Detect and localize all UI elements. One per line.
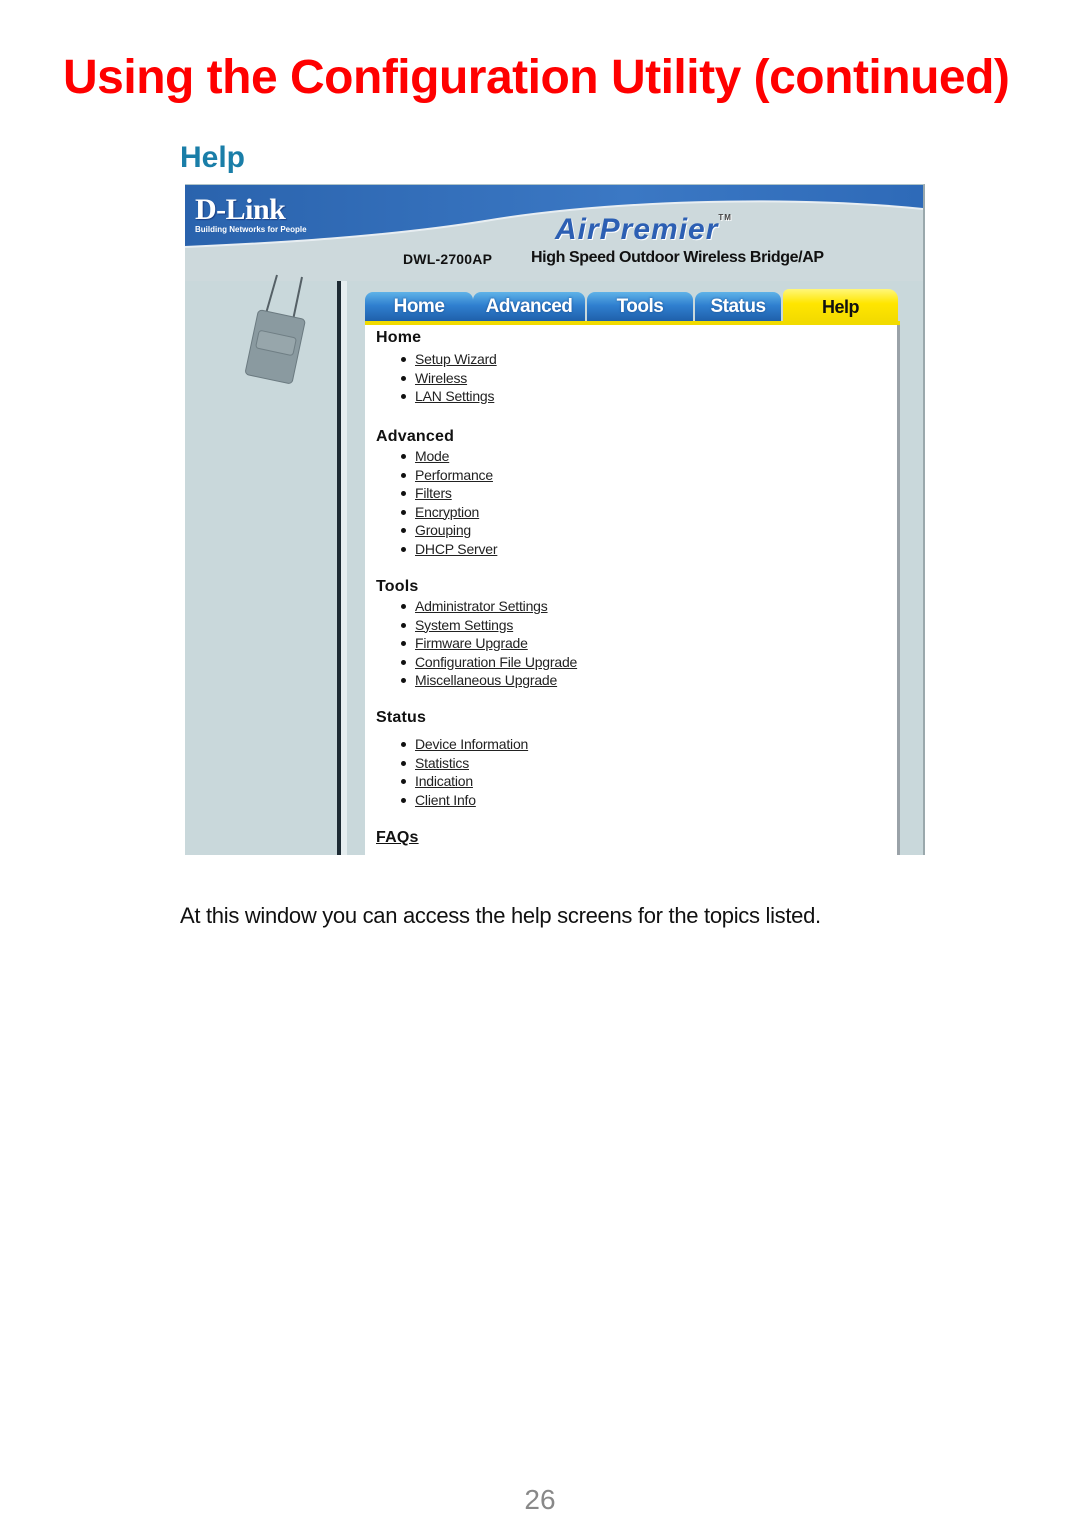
help-link-indication[interactable]: Indication — [415, 773, 473, 789]
header-banner: D-Link Building Networks for People AirP… — [185, 185, 923, 281]
group-title: Advanced — [376, 428, 455, 445]
list-item: Mode — [376, 447, 497, 466]
help-group-faqs[interactable]: FAQs — [376, 829, 419, 847]
help-group-advanced: Advanced Mode Performance Filters Encryp… — [376, 428, 498, 559]
list-item: Wireless — [376, 369, 497, 388]
help-link-faqs[interactable]: FAQs — [376, 829, 419, 847]
list-item: Filters — [376, 484, 497, 503]
help-link-administrator-settings[interactable]: Administrator Settings — [415, 598, 548, 614]
bullet-icon — [401, 641, 406, 646]
bullet-icon — [401, 454, 406, 459]
help-link-encryption[interactable]: Encryption — [415, 504, 479, 520]
help-link-system-settings[interactable]: System Settings — [415, 617, 513, 633]
help-link-miscellaneous-upgrade[interactable]: Miscellaneous Upgrade — [415, 672, 557, 688]
help-link-grouping[interactable]: Grouping — [415, 522, 471, 538]
bullet-icon — [401, 742, 406, 747]
model-name: DWL-2700AP — [403, 251, 493, 267]
product-line: AirPremier — [555, 213, 719, 246]
bullet-icon — [401, 659, 406, 665]
bullet-icon — [401, 797, 406, 803]
section-title: Help — [180, 141, 246, 174]
list-item: LAN Settings — [376, 387, 497, 406]
bullet-icon — [401, 528, 406, 533]
bullet-icon — [401, 357, 406, 362]
list-item: System Settings — [376, 616, 577, 635]
bullet-icon — [401, 394, 406, 399]
group-title: Tools — [376, 578, 419, 595]
list-item: Miscellaneous Upgrade — [376, 671, 577, 690]
tab-status[interactable]: Status — [695, 292, 781, 322]
help-group-status: Status Device Information Statistics Ind… — [376, 709, 528, 809]
product-description: High Speed Outdoor Wireless Bridge/AP — [531, 249, 824, 266]
sidebar-divider-highlight — [341, 281, 347, 855]
help-link-performance[interactable]: Performance — [415, 467, 493, 483]
help-link-configuration-file-upgrade[interactable]: Configuration File Upgrade — [415, 654, 577, 670]
help-link-client-info[interactable]: Client Info — [415, 792, 476, 808]
page-number: 26 — [524, 1484, 556, 1515]
help-link-filters[interactable]: Filters — [415, 485, 452, 501]
bullet-icon — [401, 779, 406, 784]
tab-advanced[interactable]: Advanced — [473, 292, 585, 322]
tab-tools[interactable]: Tools — [587, 292, 693, 322]
help-link-firmware-upgrade[interactable]: Firmware Upgrade — [415, 635, 528, 651]
help-link-mode[interactable]: Mode — [415, 448, 449, 464]
list-item: Configuration File Upgrade — [376, 653, 577, 672]
help-link-device-information[interactable]: Device Information — [415, 736, 528, 752]
bullet-icon — [401, 491, 406, 496]
help-link-statistics[interactable]: Statistics — [415, 755, 469, 771]
bullet-icon — [401, 509, 406, 515]
list-item: DHCP Server — [376, 540, 498, 559]
help-link-wireless[interactable]: Wireless — [415, 370, 467, 386]
list-item: Firmware Upgrade — [376, 634, 577, 653]
trademark: TM — [718, 213, 732, 222]
list-item: Indication — [376, 772, 528, 791]
bullet-icon — [401, 678, 406, 683]
list-item: Grouping — [376, 521, 497, 540]
list-item: Setup Wizard — [376, 350, 497, 369]
dlink-logo: D-Link — [195, 193, 286, 226]
list-item: Statistics — [376, 754, 528, 773]
list-item: Client Info — [376, 791, 528, 810]
list-item: Encryption — [376, 503, 497, 522]
access-point-device-image — [245, 274, 306, 384]
tab-home[interactable]: Home — [365, 292, 473, 322]
dlink-tagline: Building Networks for People — [195, 225, 307, 234]
bullet-icon — [401, 604, 406, 609]
list-item: Administrator Settings — [376, 597, 577, 616]
group-title: Status — [376, 709, 427, 726]
list-item: Device Information — [376, 735, 528, 754]
tab-bar: Home Advanced Tools Status Help — [365, 289, 900, 325]
bullet-icon — [401, 546, 406, 552]
airpremier-logo: AirPremierTM — [555, 213, 732, 247]
help-group-tools: Tools Administrator Settings System Sett… — [376, 578, 577, 690]
help-link-dhcp-server[interactable]: DHCP Server — [415, 541, 498, 557]
help-content: Home Setup Wizard Wireless LAN Settings … — [365, 325, 900, 855]
help-screenshot: D-Link Building Networks for People AirP… — [185, 184, 925, 855]
page-title: Using the Configuration Utility (continu… — [63, 51, 1010, 104]
tab-help[interactable]: Help — [783, 289, 898, 325]
bullet-icon — [401, 760, 406, 766]
help-link-setup-wizard[interactable]: Setup Wizard — [415, 351, 497, 367]
help-link-lan-settings[interactable]: LAN Settings — [415, 388, 495, 404]
bullet-icon — [401, 472, 406, 478]
list-item: Performance — [376, 466, 497, 485]
help-group-home: Home Setup Wizard Wireless LAN Settings — [376, 329, 497, 406]
group-title: Home — [376, 329, 422, 346]
bullet-icon — [401, 622, 406, 628]
bullet-icon — [401, 375, 406, 381]
caption-text: At this window you can access the help s… — [180, 903, 821, 928]
